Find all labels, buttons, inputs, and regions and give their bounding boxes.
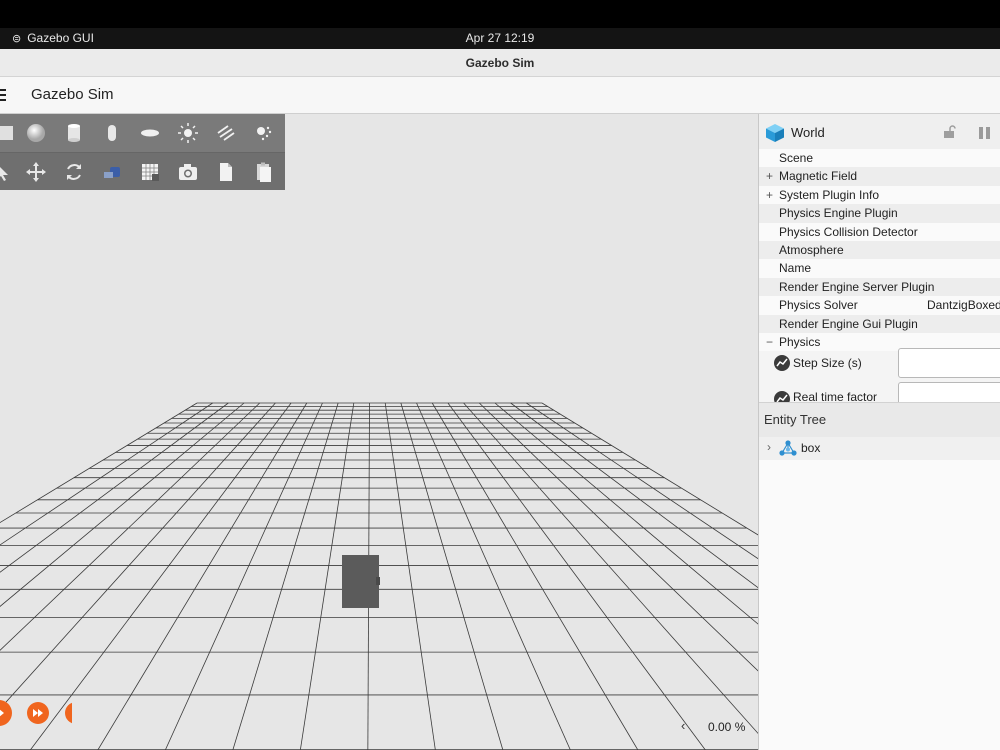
world-cube-icon bbox=[766, 124, 784, 142]
world-property-row: Scene bbox=[759, 149, 1000, 168]
select-icon[interactable] bbox=[0, 160, 16, 184]
entity-tree-item-box[interactable]: › box bbox=[759, 437, 1000, 460]
shapes-toolbar bbox=[0, 114, 285, 190]
toolbar-row-tools bbox=[0, 152, 285, 190]
world-property-label: Name bbox=[779, 261, 812, 276]
world-property-label: Render Engine Gui Plugin bbox=[779, 316, 918, 331]
entity-tree-title: Entity Tree bbox=[759, 403, 1000, 437]
expand-chevron-icon[interactable]: › bbox=[767, 440, 771, 454]
paste-icon[interactable] bbox=[252, 160, 276, 184]
hamburger-menu-icon[interactable] bbox=[0, 89, 6, 101]
directional-light-icon[interactable] bbox=[214, 121, 238, 145]
step-size-input[interactable] bbox=[898, 348, 1000, 378]
real-time-factor-readout: 0.00 % bbox=[708, 720, 746, 734]
world-property-label: Physics Engine Plugin bbox=[779, 206, 898, 221]
capsule-shape-icon[interactable] bbox=[100, 121, 124, 145]
world-property-label: Physics Solver bbox=[779, 298, 858, 313]
play-icon bbox=[0, 709, 4, 717]
world-property-row: Physics Engine Plugin bbox=[759, 204, 1000, 223]
lock-icon[interactable] bbox=[942, 125, 956, 139]
ground-grid bbox=[0, 402, 758, 750]
box-model[interactable] bbox=[340, 553, 382, 611]
grid-line bbox=[510, 402, 758, 589]
translate-icon[interactable] bbox=[24, 160, 48, 184]
grid-line bbox=[232, 402, 339, 750]
grid-line bbox=[431, 402, 639, 750]
rtf-collapse-chevron-icon[interactable]: ‹ bbox=[681, 718, 685, 733]
fast-forward-icon bbox=[33, 709, 43, 717]
world-property-label: System Plugin Info bbox=[779, 187, 880, 202]
grid-line bbox=[97, 402, 308, 750]
grid-config-icon[interactable] bbox=[138, 160, 162, 184]
grid-line bbox=[164, 402, 323, 750]
grid-line bbox=[29, 402, 292, 750]
world-property-value: DantzigBoxed bbox=[927, 298, 1000, 313]
world-property-label: Render Engine Server Plugin bbox=[779, 279, 935, 294]
entity-tree-body bbox=[759, 460, 1000, 750]
transform-control-icon[interactable] bbox=[100, 160, 124, 184]
entity-tree-item-label: box bbox=[801, 441, 821, 455]
os-top-bar bbox=[0, 0, 1000, 28]
rtf-field-row: Real time factor bbox=[759, 380, 1000, 402]
grid-line bbox=[0, 402, 213, 546]
grid-line bbox=[416, 402, 571, 750]
os-panel: ⊜ Gazebo GUI Apr 27 12:19 bbox=[0, 28, 1000, 49]
pause-icon[interactable] bbox=[979, 126, 993, 139]
world-title: World bbox=[791, 125, 825, 140]
os-clock[interactable]: Apr 27 12:19 bbox=[0, 31, 1000, 45]
cylinder-shape-icon[interactable] bbox=[62, 121, 86, 145]
grid-line bbox=[463, 402, 758, 734]
ellipsoid-shape-icon[interactable] bbox=[138, 121, 162, 145]
spot-light-icon[interactable] bbox=[252, 121, 276, 145]
real-time-factor-input[interactable] bbox=[898, 382, 1000, 402]
world-property-label: Atmosphere bbox=[779, 242, 844, 257]
world-property-label: Scene bbox=[779, 151, 814, 165]
world-property-row: Render Engine Gui Plugin bbox=[759, 314, 1000, 333]
right-side-panel: World Scene + Magnetic Field + System Plugin… bbox=[758, 114, 1000, 750]
expand-plus-icon[interactable]: + bbox=[766, 186, 773, 204]
grid-line bbox=[0, 402, 245, 607]
app-header: Gazebo Sim bbox=[0, 77, 1000, 114]
world-property-row[interactable]: + Magnetic Field bbox=[759, 167, 1000, 186]
toolbar-row-shapes bbox=[0, 114, 285, 152]
world-property-label: Magnetic Field bbox=[779, 169, 858, 184]
grid-line bbox=[0, 402, 229, 573]
real-time-factor-label: Real time factor bbox=[793, 390, 878, 402]
grid-line bbox=[0, 402, 261, 651]
expand-plus-icon[interactable]: + bbox=[766, 167, 773, 185]
grid-line bbox=[541, 402, 758, 536]
plot-icon[interactable] bbox=[774, 355, 790, 371]
grid-line bbox=[0, 402, 198, 524]
grid-line bbox=[400, 402, 504, 750]
world-property-row: Atmosphere bbox=[759, 240, 1000, 260]
component-inspector-header: World bbox=[759, 114, 1000, 150]
point-light-icon[interactable] bbox=[176, 121, 200, 145]
model-icon bbox=[779, 440, 797, 456]
copy-icon[interactable] bbox=[214, 160, 238, 184]
world-properties-list: Scene + Magnetic Field + System Plugin Info P… bbox=[759, 149, 1000, 352]
world-property-row: Name bbox=[759, 259, 1000, 278]
app-title: Gazebo Sim bbox=[31, 86, 114, 103]
world-property-row[interactable]: + System Plugin Info bbox=[759, 185, 1000, 205]
grid-line bbox=[384, 402, 436, 750]
rotate-icon[interactable] bbox=[62, 160, 86, 184]
grid-line bbox=[526, 402, 758, 560]
world-property-row: Render Engine Server Plugin bbox=[759, 277, 1000, 297]
step-size-row: Step Size (s) bbox=[759, 346, 1000, 380]
world-property-label: Physics Collision Detector bbox=[779, 224, 918, 239]
grid-line bbox=[494, 402, 758, 625]
step-forward-button[interactable] bbox=[27, 702, 49, 724]
scene-3d-view[interactable]: ‹ 0.00 % bbox=[0, 114, 758, 750]
screenshot-icon[interactable] bbox=[176, 160, 200, 184]
world-property-row: Physics Collision Detector bbox=[759, 222, 1000, 241]
world-property-row: Physics Solver DantzigBoxed bbox=[759, 296, 1000, 315]
step-size-label: Step Size (s) bbox=[793, 356, 862, 370]
grid-line bbox=[0, 402, 276, 710]
sphere-shape-icon[interactable] bbox=[24, 121, 48, 145]
plot-icon[interactable] bbox=[774, 391, 790, 402]
grid-line bbox=[447, 402, 706, 750]
box-shape-icon[interactable] bbox=[0, 121, 18, 145]
window-title: Gazebo Sim bbox=[0, 49, 1000, 77]
